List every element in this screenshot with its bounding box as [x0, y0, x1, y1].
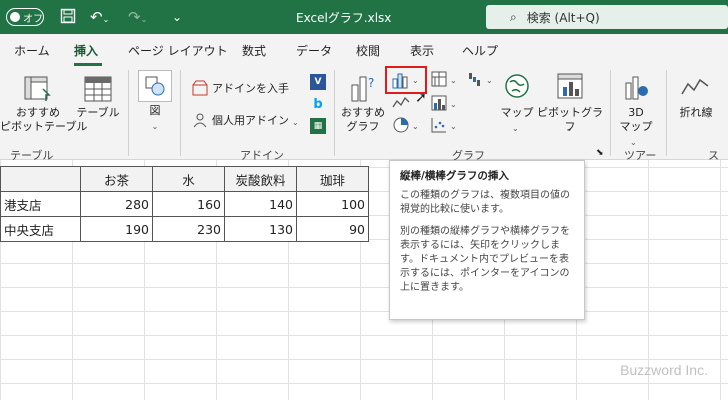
tab-formulas[interactable]: 数式 — [242, 42, 266, 59]
autosave-toggle[interactable]: オフ — [6, 8, 44, 26]
store-icon[interactable] — [192, 80, 208, 96]
chart-tooltip: 縦棒/横棒グラフの挿入 この種類のグラフは、複数項目の値の視覚的比較に使います。… — [389, 160, 585, 320]
tab-help[interactable]: ヘルプ — [462, 42, 498, 59]
sparkline-line-button[interactable]: 折れ線 — [676, 106, 716, 120]
header-cell[interactable]: 水 — [152, 166, 225, 192]
customize-qat-icon[interactable]: ⌄ — [172, 8, 182, 26]
tooltip-paragraph: この種類のグラフは、複数項目の値の視覚的比較に使います。 — [400, 190, 570, 215]
mouse-cursor-icon: ➚ — [415, 90, 427, 106]
3d-map-button[interactable]: 3D マップ — [618, 106, 654, 134]
table-cell[interactable]: 190 — [80, 216, 153, 242]
tooltip-paragraph: 別の種類の縦棒グラフや横棒グラフを表示するには、矢印をクリックします。ドキュメン… — [400, 226, 570, 293]
save-icon[interactable] — [60, 8, 76, 28]
table-cell[interactable]: 230 — [152, 216, 225, 242]
my-addins-icon[interactable] — [192, 112, 208, 128]
sparkline-line-icon[interactable] — [680, 74, 710, 100]
tab-view[interactable]: 表示 — [410, 42, 434, 59]
data-table: お茶 水 炭酸飲料 珈琲 港支店 280 160 140 100 中央支店 19… — [0, 166, 369, 242]
header-cell[interactable]: 珈琲 — [296, 166, 369, 192]
table-header-row: お茶 水 炭酸飲料 珈琲 — [0, 166, 369, 192]
bing-icon[interactable]: b — [310, 96, 326, 112]
tab-review[interactable]: 校閲 — [356, 42, 380, 59]
scatter-dropdown-icon[interactable]: ⌄ — [450, 120, 457, 134]
separator — [666, 70, 667, 156]
ribbon-tabs: ホーム 挿入 ページ レイアウト 数式 データ 校閲 表示 ヘルプ — [0, 34, 728, 66]
table-row: 中央支店 190 230 130 90 — [0, 216, 369, 242]
hierarchy-chart-icon[interactable] — [430, 70, 448, 88]
tab-insert[interactable]: 挿入 — [74, 42, 98, 59]
people-graph-icon[interactable]: ▦ — [310, 118, 326, 134]
toggle-knob-icon — [10, 12, 20, 22]
table-cell[interactable]: 160 — [152, 191, 225, 217]
document-title: Excelグラフ.xlsx — [296, 11, 392, 25]
redo-icon[interactable]: ↷⌄ — [128, 8, 147, 29]
watermark: Buzzword Inc. — [620, 362, 708, 378]
recommended-pivot-icon[interactable] — [22, 74, 54, 104]
separator — [180, 70, 181, 156]
table-button[interactable]: テーブル — [76, 106, 120, 120]
3d-map-icon[interactable] — [622, 72, 650, 102]
table-cell[interactable]: 130 — [224, 216, 297, 242]
map-button[interactable]: マップ — [500, 106, 534, 120]
my-addins-dropdown-icon[interactable]: ⌄ — [292, 116, 299, 130]
autosave-label: オフ — [23, 13, 43, 25]
row-label-cell[interactable]: 港支店 — [0, 191, 81, 217]
table-cell[interactable]: 140 — [224, 191, 297, 217]
my-addins-button[interactable]: 個人用アドイン — [212, 114, 289, 128]
separator — [610, 70, 611, 156]
map-dropdown-icon[interactable]: ⌄ — [512, 122, 519, 136]
pie-chart-dropdown-icon[interactable]: ⌄ — [412, 120, 419, 134]
table-icon[interactable] — [82, 74, 114, 104]
hierarchy-dropdown-icon[interactable]: ⌄ — [450, 74, 457, 88]
header-cell[interactable]: 炭酸飲料 — [224, 166, 297, 192]
figure-button[interactable]: 図 — [140, 104, 170, 118]
table-row: 港支店 280 160 140 100 — [0, 191, 369, 217]
table-cell[interactable]: 100 — [296, 191, 369, 217]
pivot-chart-icon[interactable] — [556, 72, 584, 100]
header-cell[interactable] — [0, 166, 81, 192]
search-box[interactable]: ⌕ 検索 (Alt+Q) — [486, 5, 728, 29]
shapes-icon[interactable] — [138, 70, 172, 102]
row-label-cell[interactable]: 中央支店 — [0, 216, 81, 242]
statistic-dropdown-icon[interactable]: ⌄ — [450, 98, 457, 112]
tooltip-title: 縦棒/横棒グラフの挿入 — [400, 170, 509, 182]
statistic-chart-icon[interactable] — [430, 94, 448, 112]
map-icon[interactable] — [504, 72, 530, 100]
recommended-charts-button[interactable]: おすすめ グラフ — [340, 106, 386, 134]
visio-icon[interactable]: V — [310, 74, 326, 90]
title-bar: オフ ↶⌄ ↷⌄ ⌄ Excelグラフ.xlsx ⌕ 検索 (Alt+Q) — [0, 0, 728, 34]
tab-home[interactable]: ホーム — [14, 42, 50, 59]
table-cell[interactable]: 280 — [80, 191, 153, 217]
search-placeholder: 検索 (Alt+Q) — [526, 10, 600, 25]
recommended-charts-icon[interactable]: ? — [348, 72, 378, 104]
scatter-chart-icon[interactable] — [430, 116, 448, 134]
waterfall-chart-icon[interactable] — [466, 70, 484, 88]
separator — [128, 70, 129, 156]
undo-icon[interactable]: ↶⌄ — [90, 8, 109, 29]
search-icon: ⌕ — [510, 9, 517, 24]
tab-page-layout[interactable]: ページ レイアウト — [128, 42, 228, 59]
separator — [334, 70, 335, 156]
line-area-chart-icon[interactable] — [392, 94, 410, 110]
chart-dialog-launcher-icon[interactable]: ⬊ — [596, 146, 604, 160]
svg-text:?: ? — [368, 76, 374, 90]
pie-chart-icon[interactable] — [392, 116, 410, 134]
tab-data[interactable]: データ — [296, 42, 332, 59]
recommended-pivot-button[interactable]: おすすめ ピボットテーブル — [0, 106, 87, 134]
get-addins-button[interactable]: アドインを入手 — [212, 82, 289, 96]
figure-dropdown-icon[interactable]: ⌄ — [146, 120, 164, 134]
pivot-chart-dropdown-icon[interactable]: ⌄ — [566, 122, 573, 136]
table-cell[interactable]: 90 — [296, 216, 369, 242]
waterfall-dropdown-icon[interactable]: ⌄ — [486, 74, 493, 88]
header-cell[interactable]: お茶 — [80, 166, 153, 192]
